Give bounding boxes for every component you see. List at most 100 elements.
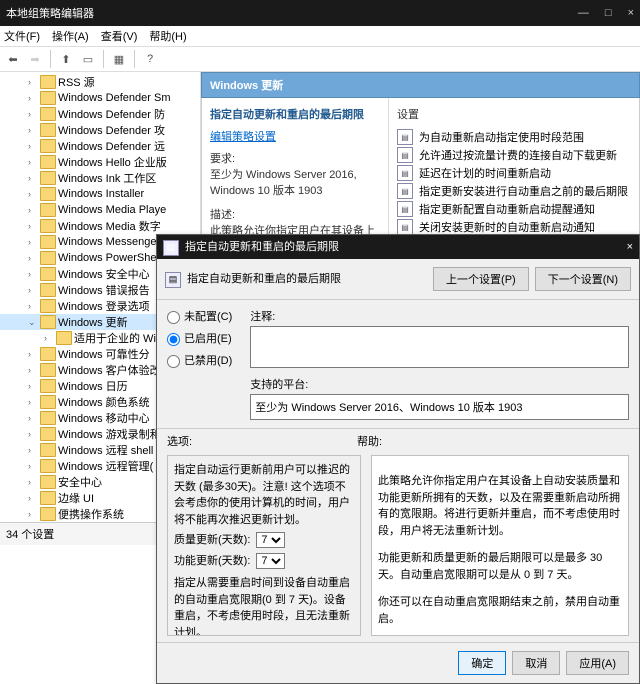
description-label: 描述: — [210, 209, 235, 221]
toolbar: ⬅ ➡ ⬆ ▭ ▦ ? — [0, 47, 640, 72]
up-icon[interactable]: ⬆ — [57, 50, 75, 68]
platform-text: 至少为 Windows Server 2016、Windows 10 版本 19… — [250, 394, 629, 420]
dialog-close-button[interactable]: × — [627, 241, 633, 253]
menu-file[interactable]: 文件(F) — [4, 28, 40, 44]
prev-setting-button[interactable]: 上一个设置(P) — [433, 267, 529, 291]
tree-item[interactable]: ›Windows Hello 企业版 — [0, 154, 200, 170]
feature-days-select[interactable]: 7 — [256, 553, 285, 569]
folder-icon — [40, 443, 56, 457]
tree-item[interactable]: ›Windows Defender 攻 — [0, 122, 200, 138]
settings-item-label: 指定更新安装进行自动重启之前的最后期限 — [419, 183, 628, 199]
folder-icon — [40, 219, 56, 233]
minimize-button[interactable]: — — [578, 7, 589, 19]
tree-item[interactable]: ›Windows Defender 防 — [0, 106, 200, 122]
chevron-right-icon: › — [28, 285, 38, 295]
chevron-right-icon: ⌄ — [28, 317, 38, 328]
tree-item[interactable]: ›Windows Defender 远 — [0, 138, 200, 154]
settings-list-item[interactable]: ▤ 指定更新配置自动重新启动提醒通知 — [397, 200, 631, 218]
requirements-label: 要求: — [210, 153, 235, 165]
folder-icon — [40, 475, 56, 489]
radio-disabled[interactable]: 已禁用(D) — [167, 352, 232, 368]
chevron-right-icon: › — [28, 301, 38, 311]
chevron-right-icon: › — [28, 77, 38, 87]
edit-policy-link[interactable]: 编辑策略设置 — [210, 128, 380, 144]
folder-icon — [40, 299, 56, 313]
folder-icon — [40, 267, 56, 281]
tree-item-label: Windows Messenger — [58, 236, 160, 248]
radio-not-configured[interactable]: 未配置(C) — [167, 308, 232, 324]
comment-textbox[interactable] — [250, 326, 629, 368]
feature-days-label: 功能更新(天数): — [174, 553, 250, 570]
chevron-right-icon: › — [28, 493, 38, 503]
help-icon[interactable]: ? — [141, 50, 159, 68]
platform-label: 支持的平台: — [250, 376, 629, 392]
folder-icon — [40, 203, 56, 217]
chevron-right-icon: › — [28, 253, 38, 263]
maximize-button[interactable]: □ — [605, 7, 612, 19]
back-icon[interactable]: ⬅ — [4, 50, 22, 68]
chevron-right-icon: › — [28, 461, 38, 471]
forward-icon[interactable]: ➡ — [26, 50, 44, 68]
quality-days-select[interactable]: 7 — [256, 532, 285, 548]
settings-list-item[interactable]: ▤ 指定更新安装进行自动重启之前的最后期限 — [397, 182, 631, 200]
tree-item[interactable]: ›Windows Media Playe — [0, 202, 200, 218]
tree-item-label: Windows 颜色系统 — [58, 394, 150, 410]
folder-icon — [40, 491, 56, 505]
tree-item-label: 边缘 UI — [58, 490, 94, 506]
folder-icon — [40, 171, 56, 185]
chevron-right-icon: › — [28, 93, 38, 103]
policy-item-icon: ▤ — [397, 201, 413, 217]
folder-icon — [40, 379, 56, 393]
apply-button[interactable]: 应用(A) — [566, 651, 629, 675]
settings-item-label: 关闭安装更新时的自动重新启动通知 — [419, 219, 595, 235]
folder-icon — [40, 75, 56, 89]
close-button[interactable]: × — [628, 7, 634, 19]
dialog-titlebar[interactable]: ▤指定自动更新和重启的最后期限 × — [157, 235, 639, 259]
tree-item-label: 适用于企业的 Wi — [74, 330, 156, 346]
settings-list-item[interactable]: ▤延迟在计划的时间重新启动 — [397, 164, 631, 182]
help-panel[interactable]: 此策略允许你指定用户在其设备上自动安装质量和功能更新所拥有的天数，以及在需要重新… — [371, 455, 629, 636]
settings-item-label: 允许通过按流量计费的连接自动下载更新 — [419, 147, 617, 163]
menu-view[interactable]: 查看(V) — [101, 28, 138, 44]
chevron-right-icon: › — [28, 205, 38, 215]
ok-button[interactable]: 确定 — [458, 651, 506, 675]
tree-item[interactable]: ›Windows Ink 工作区 — [0, 170, 200, 186]
menu-action[interactable]: 操作(A) — [52, 28, 89, 44]
policy-item-icon: ▤ — [397, 183, 413, 199]
settings-item-label: 延迟在计划的时间重新启动 — [419, 165, 551, 181]
folder-icon — [40, 347, 56, 361]
chevron-right-icon: › — [28, 109, 38, 119]
settings-list-item[interactable]: ▤为自动重新启动指定使用时段范围 — [397, 128, 631, 146]
policy-item-icon: ▤ — [397, 219, 413, 235]
tree-item[interactable]: ›Windows Installer — [0, 186, 200, 202]
settings-column-header: 设置 — [397, 106, 631, 122]
folder-icon — [40, 139, 56, 153]
chevron-right-icon: › — [28, 125, 38, 135]
folder-icon — [40, 411, 56, 425]
tree-item-label: Windows Installer — [58, 188, 144, 200]
chevron-right-icon: › — [28, 445, 38, 455]
settings-item-label: 指定更新配置自动重新启动提醒通知 — [419, 201, 595, 217]
policy-icon: ▤ — [165, 272, 181, 288]
options-label: 选项: — [167, 433, 347, 449]
tree-item-label: Windows 可靠性分 — [58, 346, 150, 362]
chevron-right-icon: › — [44, 333, 54, 343]
settings-list-item[interactable]: ▤允许通过按流量计费的连接自动下载更新 — [397, 146, 631, 164]
show-hide-icon[interactable]: ▭ — [79, 50, 97, 68]
dialog-heading: 指定自动更新和重启的最后期限 — [187, 273, 341, 285]
tree-item[interactable]: ›Windows Media 数字 — [0, 218, 200, 234]
menu-help[interactable]: 帮助(H) — [149, 28, 186, 44]
folder-icon — [40, 107, 56, 121]
tree-item-label: Windows 远程 shell — [58, 442, 153, 458]
tree-item[interactable]: ›RSS 源 — [0, 74, 200, 90]
window-titlebar[interactable]: 本地组策略编辑器 — □ × — [0, 0, 640, 26]
tree-item-label: Windows 登录选项 — [58, 298, 150, 314]
chevron-right-icon: › — [28, 477, 38, 487]
cancel-button[interactable]: 取消 — [512, 651, 560, 675]
next-setting-button[interactable]: 下一个设置(N) — [535, 267, 631, 291]
filter-icon[interactable]: ▦ — [110, 50, 128, 68]
folder-icon — [40, 283, 56, 297]
tree-item[interactable]: ›Windows Defender Sm — [0, 90, 200, 106]
menubar: 文件(F) 操作(A) 查看(V) 帮助(H) — [0, 26, 640, 47]
radio-enabled[interactable]: 已启用(E) — [167, 330, 232, 346]
